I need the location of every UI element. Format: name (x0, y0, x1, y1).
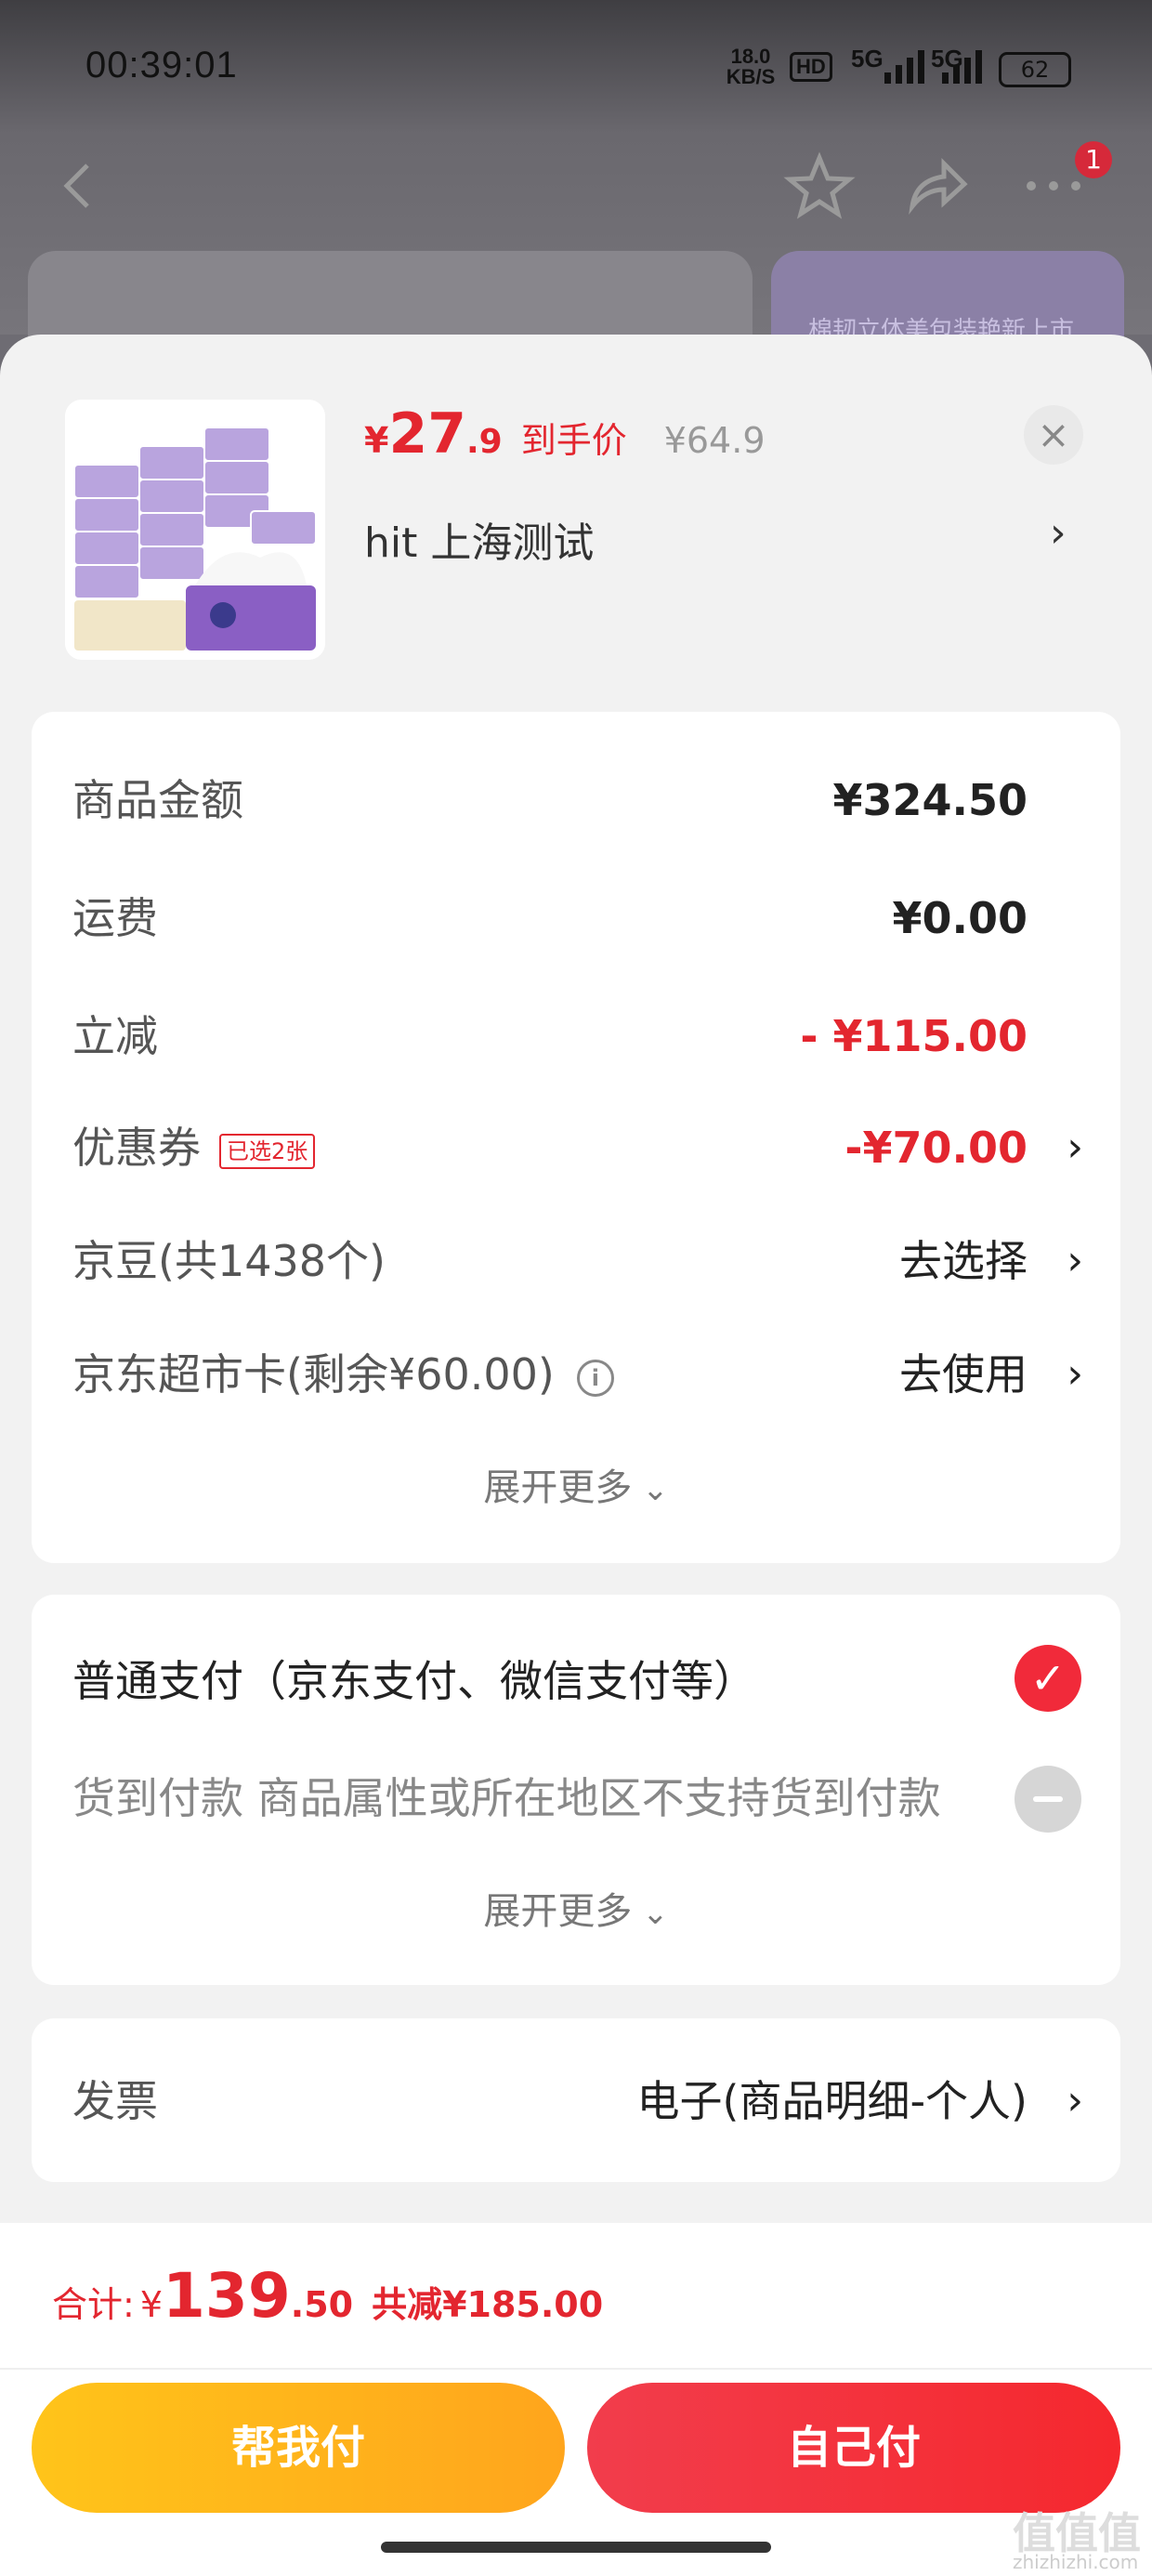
row-jingdou[interactable]: 京豆(共1438个) 去选择 › (72, 1229, 1083, 1294)
row-goods-amount: 商品金额 ¥324.50 (72, 768, 1083, 833)
invoice-value: 电子(商品明细-个人) (636, 2076, 1028, 2126)
payment-option-cod: 货到付款 商品属性或所在地区不支持货到付款 (72, 1773, 941, 1823)
chevron-right-icon: › (1067, 1350, 1083, 1398)
row-value: 去使用 (899, 1349, 1028, 1400)
pay-myself-button[interactable]: 自己付 (587, 2383, 1120, 2513)
star-icon (783, 151, 856, 219)
row-label: 运费 (72, 893, 158, 943)
invoice-label: 发票 (72, 2076, 158, 2126)
row-label: 京豆(共1438个) (72, 1236, 386, 1286)
network-speed: 18.0 KB/S (726, 45, 776, 88)
share-icon (909, 157, 968, 215)
total-saving: 共减¥185.00 (372, 2284, 604, 2325)
row-label: 优惠券 (72, 1123, 201, 1173)
price-currency: ¥ (364, 420, 389, 461)
product-price: ¥ 27 .9 到手价 ¥64.9 (364, 401, 766, 476)
original-price: ¥64.9 (663, 420, 766, 461)
row-label: 商品金额 (72, 775, 243, 825)
row-label: 京东超市卡(剩余¥60.00) (72, 1349, 555, 1400)
chevron-right-icon: › (1067, 1237, 1083, 1284)
payment-disabled-icon (1015, 1766, 1081, 1833)
expand-more-button[interactable]: 展开更多 ⌄ (0, 1457, 1152, 1511)
tissue-product-image (65, 400, 325, 660)
payment-selected-checkbox[interactable]: ✓ (1015, 1645, 1081, 1712)
row-invoice[interactable]: 发票 电子(商品明细-个人) › (72, 2069, 1083, 2134)
signal-5g-1-label: 5G (851, 45, 884, 72)
product-thumbnail (65, 400, 325, 660)
final-price-tag: 到手价 (520, 420, 627, 461)
row-value: -¥70.00 (844, 1123, 1028, 1173)
total-integer: 139 (163, 2260, 291, 2332)
signal-bars-icon (942, 50, 982, 84)
total-currency: ¥ (139, 2284, 163, 2325)
total-label: 合计: (52, 2284, 135, 2325)
expand-label: 展开更多 (483, 1890, 633, 1933)
watermark-domain: zhizhizhi.com (1013, 2551, 1139, 2573)
price-decimal: .9 (465, 423, 503, 461)
chevron-right-icon[interactable]: › (1050, 509, 1067, 557)
close-button[interactable]: × (1024, 405, 1083, 465)
delivery-address[interactable]: hit 上海测试 (364, 509, 594, 569)
battery-icon: 62 (999, 52, 1071, 87)
payment-option-normal[interactable]: 普通支付（京东支付、微信支付等） (72, 1649, 756, 1714)
info-icon[interactable]: i (576, 1359, 614, 1397)
help-me-pay-button[interactable]: 帮我付 (32, 2383, 565, 2513)
chevron-left-icon (63, 164, 89, 208)
expand-label: 展开更多 (483, 1466, 633, 1509)
row-value: ¥324.50 (832, 775, 1028, 825)
expand-more-button[interactable]: 展开更多 ⌄ (0, 1881, 1152, 1935)
notification-badge: 1 (1075, 141, 1112, 178)
row-value: 去选择 (899, 1236, 1028, 1286)
price-integer: 27 (388, 401, 466, 467)
row-supermarket-card[interactable]: 京东超市卡(剩余¥60.00) i 去使用 › (72, 1342, 1083, 1407)
hd-indicator: HD (790, 52, 832, 82)
row-instant-discount: 立减 - ¥115.00 (72, 1004, 1083, 1069)
check-icon: ✓ (1029, 1653, 1067, 1703)
divider (0, 2368, 1152, 2370)
chevron-right-icon: › (1067, 1124, 1083, 1171)
signal-bars-icon (884, 50, 924, 84)
back-button[interactable] (41, 149, 115, 223)
row-value: - ¥115.00 (800, 1011, 1028, 1061)
order-total: 合计: ¥ 139 .50 共减¥185.00 (52, 2260, 603, 2332)
chevron-right-icon: › (1067, 2077, 1083, 2124)
chevron-down-icon: ⌄ (632, 1895, 669, 1932)
row-label-wrap: 优惠券 已选2张 (72, 1115, 316, 1180)
chevron-down-icon: ⌄ (632, 1471, 669, 1508)
row-shipping: 运费 ¥0.00 (72, 886, 1083, 951)
share-button[interactable] (899, 149, 974, 223)
total-decimal: .50 (290, 2284, 354, 2325)
favorite-button[interactable] (782, 149, 857, 223)
row-value: ¥0.00 (892, 893, 1028, 943)
row-label-wrap: 京东超市卡(剩余¥60.00) i (72, 1342, 614, 1407)
close-icon: × (1037, 412, 1070, 457)
coupon-selected-badge: 已选2张 (219, 1133, 316, 1169)
status-time: 00:39:01 (85, 45, 238, 85)
row-coupon[interactable]: 优惠券 已选2张 -¥70.00 › (72, 1115, 1083, 1180)
row-label: 立减 (72, 1011, 158, 1061)
home-indicator[interactable] (381, 2542, 771, 2553)
